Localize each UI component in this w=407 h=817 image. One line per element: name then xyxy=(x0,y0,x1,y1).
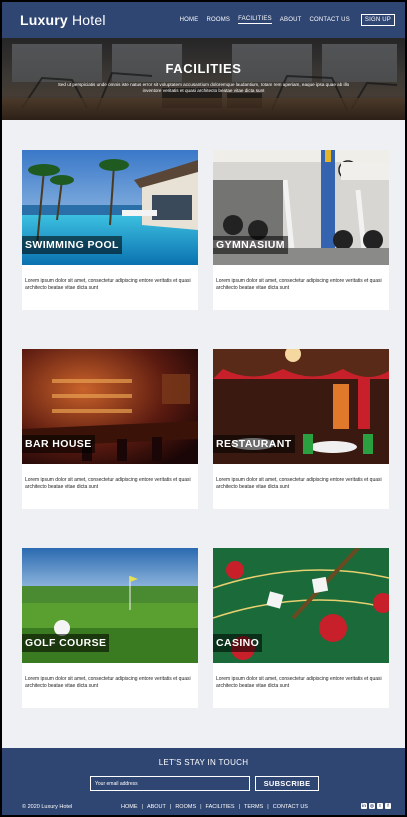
email-input[interactable] xyxy=(90,776,250,791)
facebook-icon[interactable]: f xyxy=(385,803,391,809)
footer-link-rooms[interactable]: ROOMS xyxy=(175,804,196,810)
facility-description: Lorem ipsum dolor sit amet, consectetur … xyxy=(216,278,382,291)
divider: | xyxy=(141,804,143,810)
facility-description: Lorem ipsum dolor sit amet, consectetur … xyxy=(216,676,382,689)
social-links: in ◎ t f xyxy=(361,803,391,809)
logo-bold: Luxury xyxy=(20,12,68,28)
casino-image: CASINO xyxy=(213,548,389,663)
swimming-pool-image: SWIMMING POOL xyxy=(22,150,198,265)
top-nav-bar: Luxury Hotel HOME ROOMS FACILITIES ABOUT… xyxy=(2,2,405,38)
golf-course-image: GOLF COURSE xyxy=(22,548,198,663)
page-title: FACILITIES xyxy=(165,61,242,76)
footer-link-home[interactable]: HOME xyxy=(121,804,138,810)
facility-description: Lorem ipsum dolor sit amet, consectetur … xyxy=(25,676,191,689)
footer-link-facilities[interactable]: FACILITIES xyxy=(206,804,235,810)
nav-contact-us[interactable]: CONTACT US xyxy=(309,17,349,23)
facility-card-golf-course[interactable]: GOLF COURSE Lorem ipsum dolor sit amet, … xyxy=(22,548,198,708)
footer-link-about[interactable]: ABOUT xyxy=(147,804,166,810)
bar-house-image: BAR HOUSE xyxy=(22,349,198,464)
nav-about[interactable]: ABOUT xyxy=(280,17,302,23)
footer-link-terms[interactable]: TERMS xyxy=(244,804,263,810)
facility-description: Lorem ipsum dolor sit amet, consectetur … xyxy=(25,477,191,490)
hero-subtitle: Sed ut perspiciatis unde omnis iste natu… xyxy=(57,82,350,93)
footer-link-contact-us[interactable]: CONTACT US xyxy=(273,804,308,810)
main-nav: HOME ROOMS FACILITIES ABOUT CONTACT US S… xyxy=(180,14,395,26)
instagram-icon[interactable]: ◎ xyxy=(369,803,375,809)
site-logo[interactable]: Luxury Hotel xyxy=(20,12,106,28)
facility-title: SWIMMING POOL xyxy=(22,236,122,254)
facility-card-restaurant[interactable]: RESTAURANT Lorem ipsum dolor sit amet, c… xyxy=(213,349,389,509)
sign-up-button[interactable]: SIGN UP xyxy=(360,14,395,26)
nav-home[interactable]: HOME xyxy=(180,17,199,23)
facility-title: CASINO xyxy=(213,634,263,652)
facility-card-bar-house[interactable]: BAR HOUSE Lorem ipsum dolor sit amet, co… xyxy=(22,349,198,509)
copyright: © 2020 Luxury Hotel xyxy=(22,804,73,810)
logo-light: Hotel xyxy=(67,12,106,28)
facility-card-gymnasium[interactable]: GYMNASIUM Lorem ipsum dolor sit amet, co… xyxy=(213,150,389,310)
facility-card-casino[interactable]: CASINO Lorem ipsum dolor sit amet, conse… xyxy=(213,548,389,708)
facility-card-swimming-pool[interactable]: SWIMMING POOL Lorem ipsum dolor sit amet… xyxy=(22,150,198,310)
nav-rooms[interactable]: ROOMS xyxy=(206,17,230,23)
nav-facilities[interactable]: FACILITIES xyxy=(238,16,272,24)
page: Luxury Hotel HOME ROOMS FACILITIES ABOUT… xyxy=(2,2,405,815)
hero-shade xyxy=(2,38,405,120)
facility-title: GYMNASIUM xyxy=(213,236,288,254)
facility-description: Lorem ipsum dolor sit amet, consectetur … xyxy=(25,278,191,291)
hero-banner: FACILITIES Sed ut perspiciatis unde omni… xyxy=(2,38,405,120)
footer: LET'S STAY IN TOUCH SUBSCRIBE © 2020 Lux… xyxy=(2,748,405,815)
facility-title: GOLF COURSE xyxy=(22,634,110,652)
facility-description: Lorem ipsum dolor sit amet, consectetur … xyxy=(216,477,382,490)
linkedin-icon[interactable]: in xyxy=(361,803,367,809)
facility-title: RESTAURANT xyxy=(213,435,295,453)
divider: | xyxy=(238,804,241,810)
newsletter-heading: LET'S STAY IN TOUCH xyxy=(158,758,249,767)
footer-links: HOME | ABOUT | ROOMS | FACILITIES | TERMS | C… xyxy=(121,804,308,810)
facility-title: BAR HOUSE xyxy=(22,435,95,453)
twitter-icon[interactable]: t xyxy=(377,803,383,809)
divider: | xyxy=(267,804,269,810)
divider: | xyxy=(169,804,172,810)
restaurant-image: RESTAURANT xyxy=(213,349,389,464)
gymnasium-image: GYMNASIUM xyxy=(213,150,389,265)
divider: | xyxy=(200,804,202,810)
subscribe-button[interactable]: SUBSCRIBE xyxy=(255,776,319,791)
